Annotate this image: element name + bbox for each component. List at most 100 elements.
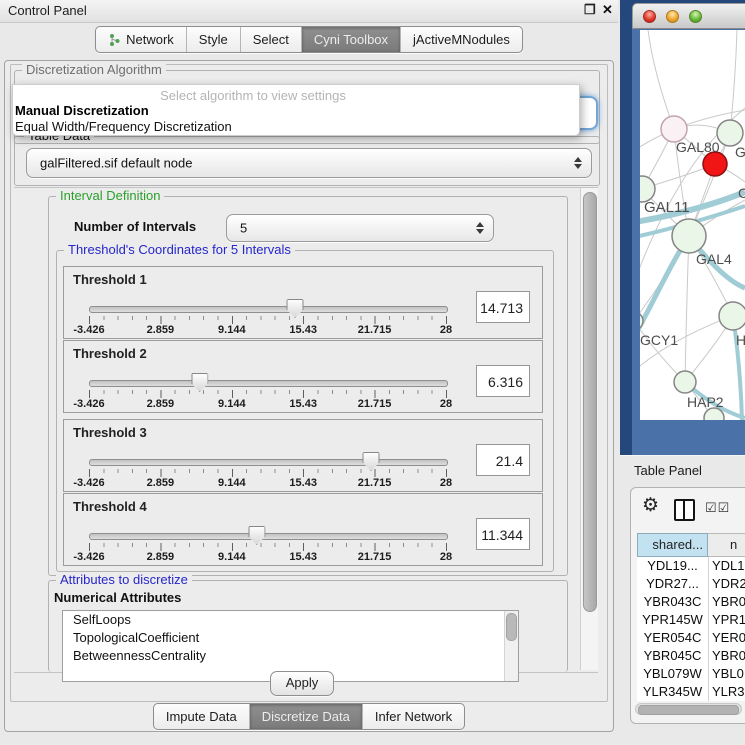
close-panel-icon[interactable]: ✕ (602, 2, 613, 18)
table-row[interactable]: YBL079WYBL0 (637, 665, 745, 683)
node-red-selected[interactable] (703, 152, 727, 176)
slider-tick-labels: -3.4262.8599.14415.4321.71528 (89, 398, 446, 412)
tab-label: Impute Data (166, 709, 237, 724)
table-row[interactable]: YDL19...YDL1 (637, 557, 745, 575)
slider-tick-labels: -3.4262.8599.14415.4321.71528 (89, 551, 446, 565)
tab-select[interactable]: Select (240, 27, 301, 52)
slider-tick-label: 2.859 (147, 324, 175, 336)
threshold-3-label: Threshold 3 (73, 425, 147, 440)
network-nodes[interactable] (640, 116, 745, 420)
slider-track[interactable] (89, 306, 448, 313)
node-label-gal80: GAL80 (676, 139, 720, 155)
network-window-titlebar[interactable] (632, 3, 745, 29)
number-of-intervals-combo[interactable]: 5 (226, 214, 494, 242)
cell-shared-name: YLR345W (637, 683, 709, 701)
slider-tick-label: 9.144 (218, 551, 246, 563)
zoom-button[interactable] (689, 10, 702, 23)
slider-tick-label: 21.715 (358, 551, 392, 563)
table-row[interactable]: YLR345WYLR3 (637, 683, 745, 701)
threshold-3-value[interactable]: 21.4 (476, 444, 530, 476)
column-header-shared-name[interactable]: shared... (637, 533, 708, 557)
table-row[interactable]: YBR043CYBR0 (637, 593, 745, 611)
node-attribute-table: shared... n YDL19...YDL1YDR27...YDR2YBR0… (637, 533, 745, 701)
gear-icon[interactable]: ⚙ (642, 496, 659, 515)
cell-name: YBR0 (712, 593, 745, 611)
node-partial-h[interactable] (719, 302, 745, 330)
threshold-1-panel: Threshold 1 -3.4262.8599.14415.4321.7152… (63, 266, 543, 339)
table-row[interactable]: YPR145WYPR1 (637, 611, 745, 629)
algorithm-option-equal-width[interactable]: Equal Width/Frequency Discretization (15, 119, 232, 134)
slider-tick-label: 9.144 (218, 324, 246, 336)
threshold-2-slider[interactable]: -3.4262.8599.14415.4321.71528 (89, 372, 446, 412)
node-label-gcy1: GCY1 (640, 332, 678, 348)
algorithm-placeholder: Select algorithm to view settings (13, 88, 493, 103)
tab-discretize-data[interactable]: Discretize Data (249, 704, 362, 729)
threshold-4-value[interactable]: 11.344 (476, 518, 530, 550)
slider-tick-label: 2.859 (147, 551, 175, 563)
threshold-3-slider[interactable]: -3.4262.8599.14415.4321.71528 (89, 451, 446, 491)
network-desktop: GAL80 GA GAL11 GAL4 C GCY1 H HAP2 (620, 0, 745, 455)
cell-name: YPR1 (712, 611, 745, 629)
interval-definition-group-label: Interval Definition (56, 189, 164, 203)
threshold-2-label: Threshold 2 (73, 346, 147, 361)
scrollbar-thumb[interactable] (638, 705, 739, 715)
threshold-1-value[interactable]: 14.713 (476, 291, 530, 323)
node-partial-top-right[interactable] (717, 120, 743, 146)
attribute-list-item[interactable]: TopologicalCoefficient (63, 629, 518, 647)
cell-name: YLR3 (712, 683, 745, 701)
table-data-combo[interactable]: galFiltered.sif default node (26, 148, 592, 178)
table-horizontal-scrollbar[interactable] (635, 703, 742, 715)
threshold-4-label: Threshold 4 (73, 499, 147, 514)
cell-shared-name: YBL079W (637, 665, 709, 683)
slider-tick-label: 28 (440, 398, 452, 410)
attributes-list-scrollbar[interactable] (504, 611, 518, 681)
threshold-2-value[interactable]: 6.316 (476, 365, 530, 397)
split-columns-icon[interactable] (674, 499, 695, 521)
node-gal4[interactable] (672, 219, 706, 253)
minimize-button[interactable] (666, 10, 679, 23)
apply-button[interactable]: Apply (270, 671, 334, 696)
threshold-3-panel: Threshold 3 -3.4262.8599.14415.4321.7152… (63, 419, 543, 492)
tab-label: jActiveMNodules (413, 32, 510, 47)
tab-impute-data[interactable]: Impute Data (154, 704, 249, 729)
slider-ticks (89, 469, 447, 477)
tab-label: Discretize Data (262, 709, 350, 724)
column-header-name[interactable]: n (708, 533, 745, 557)
thresholds-group-label: Threshold's Coordinates for 5 Intervals (64, 243, 295, 257)
tab-cyni-toolbox[interactable]: Cyni Toolbox (301, 27, 400, 52)
tab-infer-network[interactable]: Infer Network (362, 704, 464, 729)
network-canvas[interactable]: GAL80 GA GAL11 GAL4 C GCY1 H HAP2 (640, 30, 745, 420)
top-tab-bar: Network Style Select Cyni Toolbox jActiv… (0, 26, 618, 53)
tab-label: Network (126, 32, 174, 47)
slider-track[interactable] (89, 533, 448, 540)
scrollbar-thumb[interactable] (506, 613, 517, 641)
threshold-2-panel: Threshold 2 -3.4262.8599.14415.4321.7152… (63, 340, 543, 413)
tab-jactivemnodules[interactable]: jActiveMNodules (400, 27, 522, 52)
settings-scrollbar[interactable] (580, 188, 598, 670)
algorithm-option-manual[interactable]: Manual Discretization (15, 103, 149, 118)
attribute-list-item[interactable]: SelfLoops (63, 611, 518, 629)
table-row[interactable]: YDR27...YDR2 (637, 575, 745, 593)
close-button[interactable] (643, 10, 656, 23)
threshold-4-slider[interactable]: -3.4262.8599.14415.4321.71528 (89, 525, 446, 565)
checkbox-columns-icon[interactable]: ☑☑ (705, 500, 730, 516)
cell-shared-name: YBR043C (637, 593, 709, 611)
scrollbar-thumb[interactable] (583, 192, 597, 612)
tab-network[interactable]: Network (96, 27, 186, 52)
table-row[interactable]: YBR045CYBR0 (637, 647, 745, 665)
tab-style[interactable]: Style (186, 27, 240, 52)
slider-track[interactable] (89, 459, 448, 466)
float-window-icon[interactable]: ❐ (584, 2, 596, 18)
slider-ticks (89, 543, 447, 551)
node-hap2[interactable] (674, 371, 696, 393)
slider-track[interactable] (89, 380, 448, 387)
attributes-group-label: Attributes to discretize (56, 573, 192, 587)
slider-tick-label: 2.859 (147, 398, 175, 410)
attribute-list-item[interactable]: BetweennessCentrality (63, 647, 518, 665)
network-node-labels: GAL80 GA GAL11 GAL4 C GCY1 H HAP2 (640, 139, 745, 410)
table-panel-titlebar: Table Panel (620, 455, 745, 486)
cell-name: YBL0 (712, 665, 744, 683)
table-panel-title: Table Panel (634, 463, 702, 478)
table-row[interactable]: YER054CYER0 (637, 629, 745, 647)
threshold-1-slider[interactable]: -3.4262.8599.14415.4321.71528 (89, 298, 446, 338)
